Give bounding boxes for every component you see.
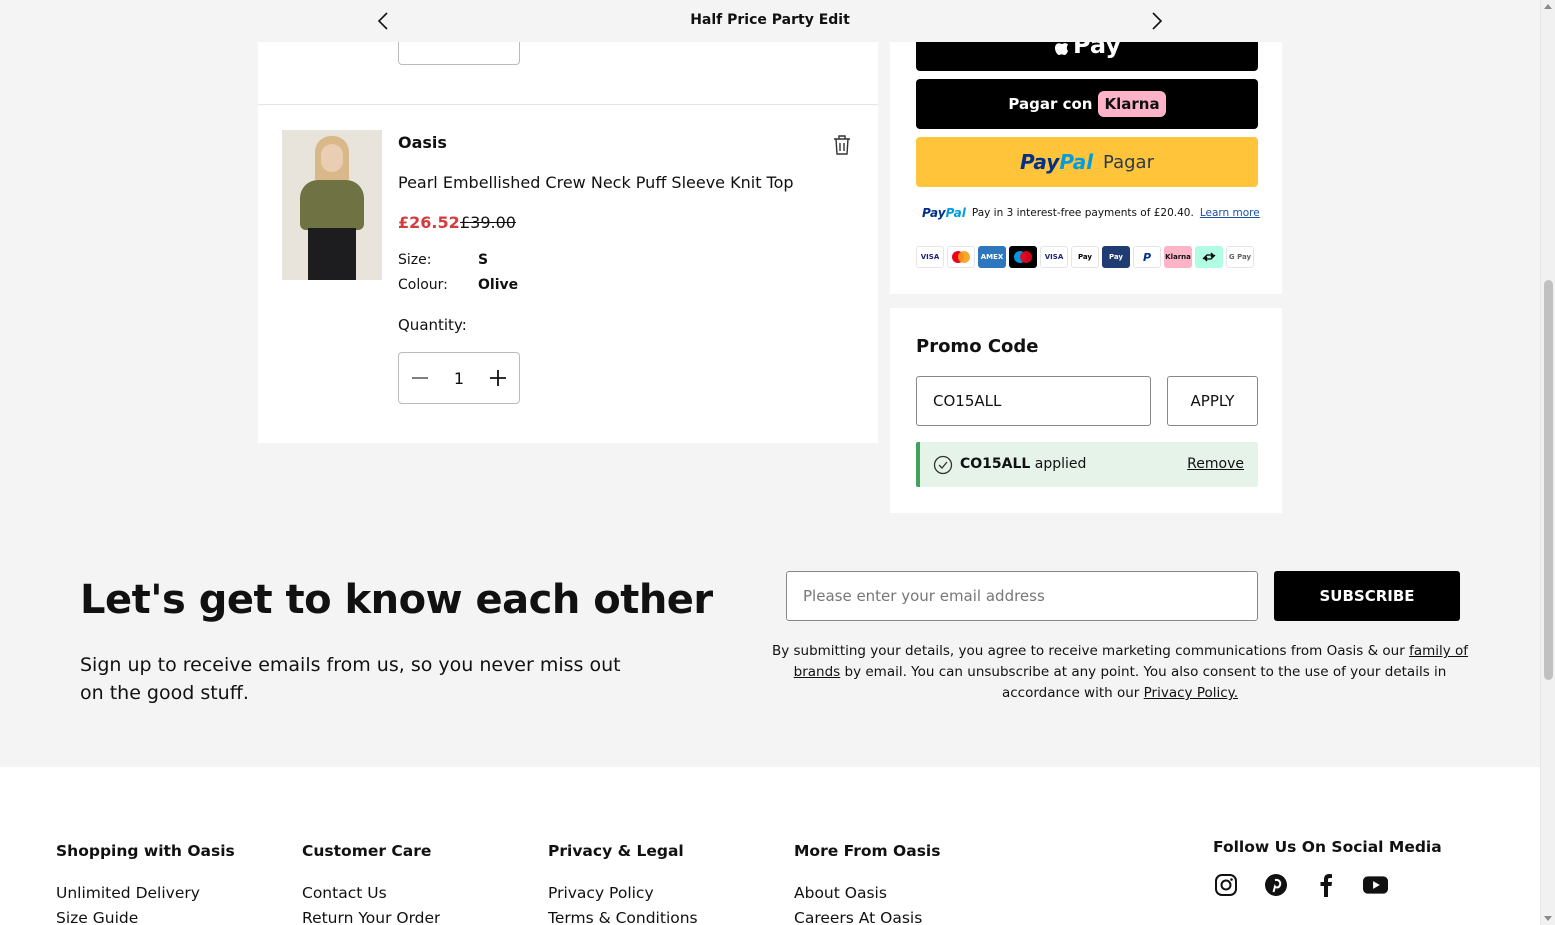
colour-value: Olive <box>478 277 519 293</box>
social-media-title: Follow Us On Social Media <box>1213 838 1442 856</box>
footer-column-shopping: Shopping with Oasis Unlimited Delivery S… <box>56 842 235 923</box>
social-media-section: Follow Us On Social Media <box>1213 838 1442 897</box>
product-brand: Oasis <box>398 133 447 152</box>
apple-pay-icon: Pay <box>1071 246 1099 268</box>
klarna-button[interactable]: Pagar con Klarna <box>916 79 1258 129</box>
maestro-icon <box>1009 246 1037 268</box>
footer-column-title: More From Oasis <box>794 842 941 860</box>
facebook-icon[interactable] <box>1313 872 1338 897</box>
subscribe-button[interactable]: SUBSCRIBE <box>1274 571 1460 621</box>
colour-label: Colour: <box>398 277 448 293</box>
size-label: Size: <box>398 252 432 268</box>
footer-link-size-guide[interactable]: Size Guide <box>56 909 235 923</box>
paypal-small-logo: PayPal <box>922 206 966 220</box>
newsletter-subtext: Sign up to receive emails from us, so yo… <box>80 654 621 704</box>
sale-price: £26.52 <box>398 213 460 232</box>
size-value: S <box>478 252 489 268</box>
footer-column-title: Shopping with Oasis <box>56 842 235 860</box>
paypal-pay-in-3-message: PayPal Pay in 3 interest-free payments o… <box>922 206 1260 220</box>
pay-badge-icon: Pay <box>1102 246 1130 268</box>
paypal-learn-more-link[interactable]: Learn more <box>1200 207 1260 219</box>
paypal-logo: PayPal <box>1020 150 1094 174</box>
quantity-value[interactable]: 1 <box>447 369 471 388</box>
visa-icon: VISA <box>916 246 944 268</box>
footer-link-privacy-policy[interactable]: Privacy Policy <box>548 884 698 902</box>
apply-promo-button[interactable]: APPLY <box>1167 376 1258 426</box>
chevron-right-icon[interactable] <box>1146 10 1168 32</box>
plus-icon[interactable] <box>487 367 509 389</box>
product-name[interactable]: Pearl Embellished Crew Neck Puff Sleeve … <box>398 173 794 192</box>
original-price: £39.00 <box>460 213 516 232</box>
visa-electron-icon: VISA <box>1040 246 1068 268</box>
footer-link-unlimited-delivery[interactable]: Unlimited Delivery <box>56 884 235 902</box>
product-image[interactable] <box>282 130 382 280</box>
footer-link-terms[interactable]: Terms & Conditions <box>548 909 698 923</box>
footer-link-contact-us[interactable]: Contact Us <box>302 884 440 902</box>
footer-column-title: Privacy & Legal <box>548 842 684 860</box>
site-footer: Shopping with Oasis Unlimited Delivery S… <box>0 767 1540 925</box>
pinterest-icon[interactable] <box>1263 872 1288 897</box>
trash-icon[interactable] <box>832 134 852 156</box>
google-pay-icon: G Pay <box>1226 246 1254 268</box>
klarna-logo: Klarna <box>1098 91 1166 117</box>
payment-methods: VISA AMEX VISA Pay Pay P Klarna G Pay <box>916 246 1254 268</box>
minus-icon[interactable] <box>409 367 431 389</box>
quantity-stepper: 1 <box>398 352 520 404</box>
youtube-icon[interactable] <box>1363 872 1388 897</box>
newsletter-section: Let's get to know each other Sign up to … <box>0 537 1540 767</box>
klarna-icon: Klarna <box>1164 246 1192 268</box>
promo-banner: Half Price Party Edit <box>0 0 1540 42</box>
promo-applied-notice: CO15ALL applied Remove <box>916 442 1258 487</box>
instagram-icon[interactable] <box>1213 872 1238 897</box>
cart-items-panel: Oasis Pearl Embellished Crew Neck Puff S… <box>258 0 878 443</box>
privacy-policy-link[interactable]: Privacy Policy. <box>1144 685 1238 701</box>
newsletter-email-input[interactable] <box>786 571 1258 621</box>
footer-link-about-oasis[interactable]: About Oasis <box>794 884 940 902</box>
check-circle-icon <box>933 455 953 475</box>
scrollbar-thumb[interactable] <box>1544 280 1553 680</box>
footer-column-more-from-oasis: More From Oasis About Oasis Careers At O… <box>794 842 940 923</box>
footer-column-title: Customer Care <box>302 842 432 860</box>
paypal-button[interactable]: PayPal Pagar <box>916 137 1258 187</box>
promo-banner-title[interactable]: Half Price Party Edit <box>0 12 1540 28</box>
promo-code-panel: Promo Code APPLY CO15ALL applied Remove <box>890 308 1282 513</box>
promo-applied-text: CO15ALL applied <box>960 456 1087 472</box>
klarna-button-label: Pagar con <box>1008 95 1093 113</box>
amex-icon: AMEX <box>978 246 1006 268</box>
remove-promo-link[interactable]: Remove <box>1187 456 1244 472</box>
mastercard-icon <box>947 246 975 268</box>
page-scrollbar[interactable] <box>1540 0 1555 925</box>
express-checkout-panel: Pay Pagar con Klarna PayPal Pagar PayPal… <box>890 0 1282 294</box>
paypal-message-text: Pay in 3 interest-free payments of £20.4… <box>971 207 1194 219</box>
divider <box>258 104 878 105</box>
newsletter-heading: Let's get to know each other <box>80 577 713 623</box>
afterpay-icon <box>1195 246 1223 268</box>
newsletter-legal-text: By submitting your details, you agree to… <box>771 643 1469 701</box>
scroll-up-arrow-icon[interactable] <box>1544 4 1552 9</box>
footer-column-privacy-legal: Privacy & Legal Privacy Policy Terms & C… <box>548 842 698 923</box>
footer-column-customer-care: Customer Care Contact Us Return Your Ord… <box>302 842 440 923</box>
footer-link-careers[interactable]: Careers At Oasis <box>794 909 940 923</box>
promo-code-title: Promo Code <box>916 336 1039 357</box>
paypal-icon: P <box>1133 246 1161 268</box>
promo-code-input[interactable] <box>916 376 1151 426</box>
paypal-button-label: Pagar <box>1103 151 1154 173</box>
footer-link-return-order[interactable]: Return Your Order <box>302 909 440 923</box>
scroll-down-arrow-icon[interactable] <box>1544 916 1552 921</box>
quantity-label: Quantity: <box>398 316 467 334</box>
